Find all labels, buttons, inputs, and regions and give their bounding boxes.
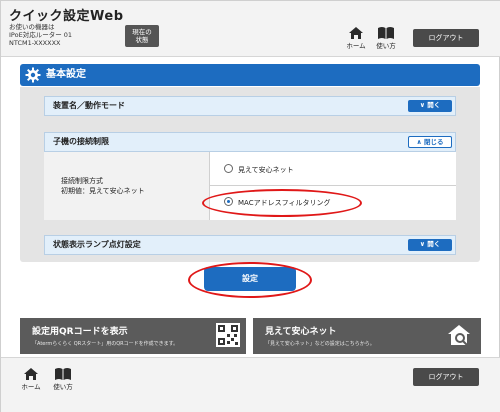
accordion-device-mode-open-button[interactable]: ∨ 開く: [408, 100, 452, 112]
footer: ホーム 使い方 ログアウト: [1, 357, 500, 412]
option-mieru-anshin[interactable]: 見えて安心ネット: [210, 160, 456, 186]
home-icon: [349, 27, 363, 39]
chevron-down-icon: ∨: [419, 240, 425, 248]
footer-home-label: ホーム: [21, 383, 41, 391]
logout-button[interactable]: ログアウト: [413, 29, 479, 47]
page: クイック設定Web お使いの機器は IPoE対応ルーター 01 NTCM1-XX…: [0, 0, 500, 412]
option-mieru-anshin-label: 見えて安心ネット: [238, 166, 294, 174]
qr-code-card[interactable]: 設定用QRコードを表示 「Atermらくらく QRスタート」用のQRコードを作成…: [20, 318, 246, 354]
qr-card-title: 設定用QRコードを表示: [32, 327, 128, 337]
section-title: 基本設定: [46, 69, 86, 80]
accordion-device-mode-label: 装置名／動作モード: [53, 101, 125, 110]
manual-button[interactable]: 使い方: [372, 26, 400, 54]
mieru-card-subtitle: 「見えて安心ネット」などの設定はこちらから。: [265, 341, 375, 347]
footer-logout-button[interactable]: ログアウト: [413, 368, 479, 386]
current-status-line1: 現在の: [132, 28, 152, 36]
current-status-button[interactable]: 現在の 状態: [125, 25, 159, 47]
restriction-label-cell: 接続制限方式 初期値：見えて安心ネット: [44, 152, 210, 220]
current-status-line2: 状態: [135, 36, 149, 44]
restriction-label-line2: 初期値：見えて安心ネット: [61, 187, 145, 195]
restriction-label: 接続制限方式 初期値：見えて安心ネット: [61, 176, 145, 196]
highlight-ellipse-set-button: [188, 262, 312, 298]
accordion-device-mode[interactable]: 装置名／動作モード ∨ 開く: [44, 96, 456, 116]
restriction-label-line1: 接続制限方式: [61, 177, 103, 185]
manual-label: 使い方: [376, 42, 396, 50]
accordion-child-restriction-label: 子機の接続制限: [53, 137, 109, 146]
device-info-line1: お使いの機器は: [9, 23, 55, 31]
accordion-child-restriction-close-button[interactable]: ∧ 閉じる: [408, 136, 452, 148]
highlight-ellipse-mac-filtering: [202, 189, 362, 217]
device-info: お使いの機器は IPoE対応ルーター 01 NTCM1-XXXXXX: [9, 23, 72, 47]
option-divider: [210, 185, 456, 186]
app-title: クイック設定Web: [9, 9, 124, 24]
house-search-icon: [448, 325, 470, 346]
footer-manual-button[interactable]: 使い方: [49, 367, 77, 395]
home-label: ホーム: [346, 42, 366, 50]
accordion-child-restriction[interactable]: 子機の接続制限 ∧ 閉じる: [44, 132, 456, 152]
chevron-down-icon: ∨: [419, 101, 425, 109]
close-label: 閉じる: [424, 138, 444, 146]
radio-mieru-anshin[interactable]: [224, 164, 233, 173]
section-title-bar: 基本設定: [20, 64, 480, 86]
chevron-up-icon: ∧: [416, 138, 422, 146]
accordion-lamp[interactable]: 状態表示ランプ点灯設定 ∨ 開く: [44, 235, 456, 255]
device-info-line3: NTCM1-XXXXXX: [9, 39, 61, 47]
open-label: 開く: [427, 101, 441, 109]
header: クイック設定Web お使いの機器は IPoE対応ルーター 01 NTCM1-XX…: [1, 1, 500, 57]
accordion-lamp-open-button[interactable]: ∨ 開く: [408, 239, 452, 251]
book-icon: [378, 27, 394, 39]
gear-icon: [25, 67, 41, 83]
accordion-lamp-label: 状態表示ランプ点灯設定: [53, 240, 141, 249]
footer-home-button[interactable]: ホーム: [17, 367, 45, 395]
mieru-card-title: 見えて安心ネット: [265, 327, 337, 337]
footer-manual-label: 使い方: [53, 383, 73, 391]
mieru-anshin-card[interactable]: 見えて安心ネット 「見えて安心ネット」などの設定はこちらから。: [253, 318, 481, 354]
home-button[interactable]: ホーム: [342, 26, 370, 54]
qr-code-icon: [216, 323, 240, 347]
book-icon: [55, 368, 71, 380]
qr-card-subtitle: 「Atermらくらく QRスタート」用のQRコードを作成できます。: [32, 341, 179, 347]
open-label: 開く: [427, 240, 441, 248]
home-icon: [24, 368, 38, 380]
device-info-line2: IPoE対応ルーター 01: [9, 31, 73, 39]
